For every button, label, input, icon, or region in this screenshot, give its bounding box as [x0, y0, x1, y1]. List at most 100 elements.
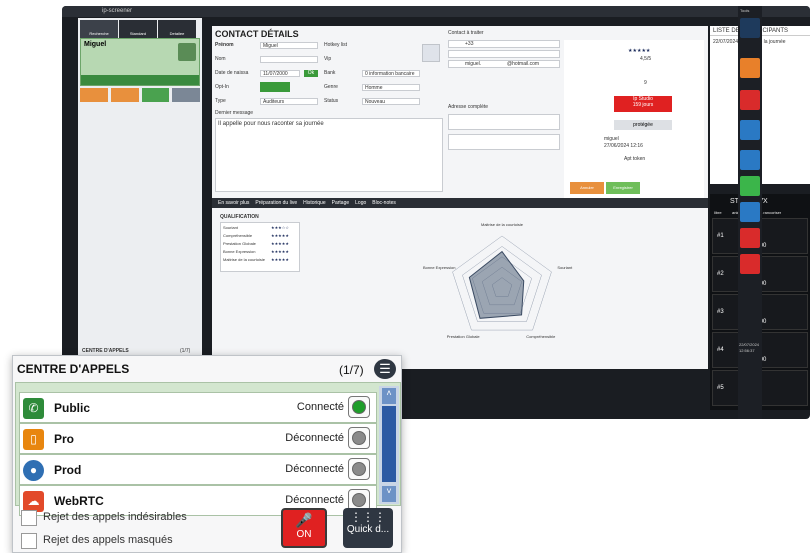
recherche-icon[interactable]	[740, 176, 760, 196]
type-select[interactable]: Auditeurs	[260, 98, 318, 105]
qual-label: Prestation Globale	[223, 241, 256, 246]
line-status: Déconnecté	[285, 463, 344, 475]
qual-stars[interactable]: ★★★★★	[271, 241, 289, 246]
tab-label: Standard	[129, 31, 147, 36]
action-button[interactable]	[141, 88, 170, 102]
scroll-down-icon[interactable]: ˅	[382, 486, 396, 502]
screener-icon[interactable]	[740, 90, 760, 110]
connection-toggle[interactable]	[348, 458, 370, 480]
nom-field[interactable]	[260, 56, 318, 63]
presales-icon[interactable]	[740, 120, 760, 140]
tab-bloc-notes[interactable]: Bloc-notes	[372, 198, 396, 208]
studio-tab[interactable]: libre	[714, 210, 722, 215]
connection-toggle[interactable]	[348, 427, 370, 449]
slot-id: #4	[717, 347, 724, 353]
tab-logo[interactable]: Logo	[355, 198, 366, 208]
tab-detailee[interactable]: Detailee	[158, 20, 196, 38]
email-domain: @hotmail.com	[507, 61, 540, 67]
radar-axis-label: Maitrise de la courtoisie	[481, 222, 524, 227]
connected-indicator	[352, 400, 366, 414]
action-button[interactable]	[172, 88, 200, 102]
line-status: Connecté	[296, 401, 344, 413]
scrollbar[interactable]: ˄ ˅	[379, 386, 399, 504]
genre-value: Homme	[365, 85, 383, 91]
action-button[interactable]	[80, 88, 108, 102]
email-field[interactable]: miguel. @hotmail.com	[448, 60, 560, 68]
reject-unwanted-label: Rejet des appels indésirables	[43, 511, 187, 523]
address-home[interactable]	[448, 114, 560, 130]
cloud-phone-icon: ☁	[23, 491, 44, 512]
phone-icon: ✆	[23, 398, 44, 419]
qual-label: Bonne Expression	[223, 249, 256, 254]
label-genre: Genre	[324, 84, 338, 90]
label-status: Status	[324, 98, 339, 104]
mic-on-button[interactable]: 🎤 ON	[281, 508, 327, 548]
qual-stars[interactable]: ★★★★★	[271, 233, 289, 238]
cancel-button[interactable]: Annuler	[570, 182, 604, 194]
tab-partage[interactable]: Partage	[332, 198, 350, 208]
prenom-value: Miguel	[263, 43, 278, 49]
rating-stars: ★★★★★	[628, 48, 651, 54]
search-icon[interactable]	[740, 202, 760, 222]
tab-historique[interactable]: Historique	[303, 198, 326, 208]
chat-icon[interactable]	[740, 150, 760, 170]
caller-name: Miguel	[84, 41, 107, 48]
call-center-header: CENTRE D'APPELS (1/7) ☰	[13, 356, 401, 383]
toolbar-date: 22/07/2024	[739, 342, 760, 347]
right-toolbar: Tools 22/07/2024 12:56:37	[738, 6, 762, 419]
intercom-icon[interactable]	[740, 58, 760, 78]
app-title: ip-screener	[102, 8, 133, 14]
scroll-thumb[interactable]	[382, 406, 396, 482]
tab-preparation[interactable]: Préparation du live	[255, 198, 297, 208]
qualification-table: Souriant ★★★☆☆ Compréhensible ★★★★★ Presta…	[220, 222, 300, 272]
menu-icon[interactable]: ☰	[374, 359, 396, 379]
genre-select[interactable]: Homme	[362, 84, 420, 91]
radar-axis-label: Souriant	[557, 265, 573, 270]
action-button[interactable]	[110, 88, 139, 102]
message-area[interactable]: Il appelle pour nous raconter sa journée	[215, 118, 443, 192]
log-author: miguel	[604, 136, 619, 142]
contact-details-panel: CONTACT DÉTAILS Prénom Miguel Nom Date d…	[212, 26, 708, 369]
avatar	[422, 44, 440, 62]
optin-toggles[interactable]	[260, 82, 290, 92]
line-row-pro[interactable]: ▯ Pro Déconnecté	[19, 423, 377, 454]
qual-stars[interactable]: ★★★☆☆	[271, 225, 289, 230]
birthdate-field[interactable]: 11/07/2000	[260, 70, 300, 77]
tab-standard[interactable]: Standard	[119, 20, 157, 38]
tab-en-savoir-plus[interactable]: En savoir plus	[218, 198, 249, 208]
address-work[interactable]	[448, 134, 560, 150]
message-text: Il appelle pour nous raconter sa journée	[218, 121, 324, 127]
ip-icon[interactable]	[740, 18, 760, 38]
caller-card[interactable]: Miguel	[80, 38, 200, 86]
phone-field[interactable]: +33	[448, 40, 560, 48]
line-name: Pro	[54, 432, 75, 446]
slot-id: #3	[717, 309, 724, 315]
qual-label: Compréhensible	[223, 233, 253, 238]
address-field[interactable]	[448, 50, 560, 58]
radar-axis-label: Prestation Globale	[447, 334, 481, 339]
client-icon[interactable]	[740, 254, 760, 274]
qual-stars[interactable]: ★★★★★	[271, 257, 289, 262]
participants-date[interactable]: 22/07/2024	[713, 39, 738, 45]
call-center-panel: CENTRE D'APPELS (1/7) ☰ ✆ Public Connect…	[12, 355, 402, 553]
plan-icon[interactable]	[740, 228, 760, 248]
phone-icon[interactable]	[178, 43, 196, 61]
window-title-bar: ip-screener	[62, 6, 810, 17]
status-select[interactable]: Nouveau	[362, 98, 420, 105]
prenom-field[interactable]: Miguel	[260, 42, 318, 49]
qual-stars[interactable]: ★★★★★	[271, 249, 289, 254]
line-row-public[interactable]: ✆ Public Connecté	[19, 392, 377, 423]
bank-field[interactable]: 0 information bancaire	[362, 70, 420, 77]
reject-unwanted-checkbox[interactable]	[21, 510, 37, 526]
save-button[interactable]: Enregistrer	[606, 182, 640, 194]
line-status: Déconnecté	[285, 432, 344, 444]
tab-recherche[interactable]: Recherche	[80, 20, 118, 38]
scroll-up-icon[interactable]: ˄	[382, 388, 396, 404]
ok-button[interactable]: Ok	[304, 70, 318, 77]
connection-toggle[interactable]	[348, 396, 370, 418]
studio-tab[interactable]: à rancoriser	[760, 210, 781, 215]
reject-hidden-checkbox[interactable]	[21, 533, 37, 549]
quick-dial-button[interactable]: ⋮⋮⋮ Quick d...	[343, 508, 393, 548]
line-row-prod[interactable]: ● Prod Déconnecté	[19, 454, 377, 485]
qual-label: Maitrise de la courtoisie	[223, 257, 266, 262]
